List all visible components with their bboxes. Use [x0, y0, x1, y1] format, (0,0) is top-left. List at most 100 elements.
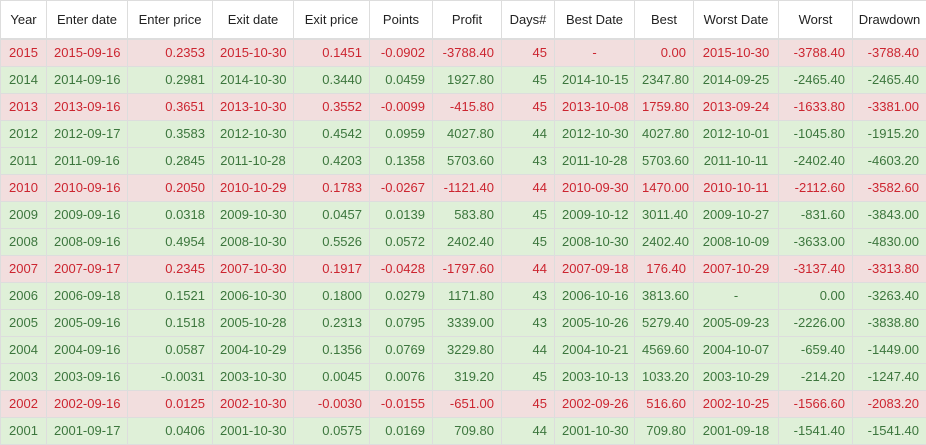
points-cell: 0.0169	[369, 416, 433, 445]
table-body: 2015 2015-09-16 0.2353 2015-10-30 0.1451 -0.0…	[0, 38, 926, 445]
worst-cell: -2112.60	[778, 173, 853, 202]
best-date-cell: 2001-10-30	[554, 416, 635, 445]
enter-date-cell: 2001-09-17	[46, 416, 128, 445]
profit-cell: 583.80	[432, 200, 502, 229]
best-cell: 2347.80	[634, 65, 694, 94]
best-date-cell: 2002-09-26	[554, 389, 635, 418]
best-cell: 1033.20	[634, 362, 694, 391]
drawdown-cell: -3582.60	[852, 173, 926, 202]
days-cell: 43	[501, 308, 555, 337]
days-cell: 45	[501, 227, 555, 256]
year-cell: 2001	[0, 416, 47, 445]
points-cell: 0.0076	[369, 362, 433, 391]
best-cell: 2402.40	[634, 227, 694, 256]
exit-price-cell: 0.5526	[293, 227, 370, 256]
worst-cell: -659.40	[778, 335, 853, 364]
best-date-cell: 2012-10-30	[554, 119, 635, 148]
enter-date-cell: 2009-09-16	[46, 200, 128, 229]
column-header-worst[interactable]: Worst	[778, 0, 853, 40]
points-cell: -0.0099	[369, 92, 433, 121]
worst-date-cell: 2013-09-24	[693, 92, 779, 121]
column-header-best[interactable]: Best	[634, 0, 694, 40]
year-cell: 2010	[0, 173, 47, 202]
table-row: 2011 2011-09-16 0.2845 2011-10-28 0.4203 0.13…	[0, 146, 926, 175]
year-cell: 2009	[0, 200, 47, 229]
best-cell: 4569.60	[634, 335, 694, 364]
exit-price-cell: 0.0457	[293, 200, 370, 229]
profit-cell: -1797.60	[432, 254, 502, 283]
drawdown-cell: -3788.40	[852, 38, 926, 67]
column-header-points[interactable]: Points	[369, 0, 433, 40]
column-header-year[interactable]: Year	[0, 0, 47, 40]
worst-cell: -1566.60	[778, 389, 853, 418]
best-date-cell: 2003-10-13	[554, 362, 635, 391]
points-cell: -0.0902	[369, 38, 433, 67]
column-header-exit-price[interactable]: Exit price	[293, 0, 370, 40]
exit-date-cell: 2005-10-28	[212, 308, 294, 337]
column-header-profit[interactable]: Profit	[432, 0, 502, 40]
enter-date-cell: 2006-09-18	[46, 281, 128, 310]
points-cell: -0.0267	[369, 173, 433, 202]
worst-cell: -3633.00	[778, 227, 853, 256]
exit-date-cell: 2001-10-30	[212, 416, 294, 445]
worst-cell: -1633.80	[778, 92, 853, 121]
exit-date-cell: 2009-10-30	[212, 200, 294, 229]
column-header-best-date[interactable]: Best Date	[554, 0, 635, 40]
enter-date-cell: 2004-09-16	[46, 335, 128, 364]
drawdown-cell: -1541.40	[852, 416, 926, 445]
column-header-enter-price[interactable]: Enter price	[127, 0, 213, 40]
year-cell: 2006	[0, 281, 47, 310]
worst-cell: -3788.40	[778, 38, 853, 67]
days-cell: 44	[501, 335, 555, 364]
points-cell: 0.0139	[369, 200, 433, 229]
exit-date-cell: 2013-10-30	[212, 92, 294, 121]
enter-price-cell: 0.0406	[127, 416, 213, 445]
days-cell: 45	[501, 200, 555, 229]
seasonal-trades-table: Year Enter date Enter price Exit date Exit p…	[0, 0, 926, 445]
exit-date-cell: 2007-10-30	[212, 254, 294, 283]
exit-date-cell: 2014-10-30	[212, 65, 294, 94]
table-row: 2012 2012-09-17 0.3583 2012-10-30 0.4542 0.09…	[0, 119, 926, 148]
exit-price-cell: 0.3440	[293, 65, 370, 94]
year-cell: 2014	[0, 65, 47, 94]
enter-price-cell: 0.1521	[127, 281, 213, 310]
exit-price-cell: 0.3552	[293, 92, 370, 121]
table-row: 2003 2003-09-16 -0.0031 2003-10-30 0.0045 0.0…	[0, 362, 926, 391]
days-cell: 44	[501, 173, 555, 202]
column-header-enter-date[interactable]: Enter date	[46, 0, 128, 40]
points-cell: 0.0459	[369, 65, 433, 94]
points-cell: 0.0572	[369, 227, 433, 256]
profit-cell: 709.80	[432, 416, 502, 445]
best-cell: 1759.80	[634, 92, 694, 121]
column-header-days[interactable]: Days#	[501, 0, 555, 40]
exit-price-cell: 0.0575	[293, 416, 370, 445]
enter-date-cell: 2003-09-16	[46, 362, 128, 391]
enter-date-cell: 2002-09-16	[46, 389, 128, 418]
drawdown-cell: -2465.40	[852, 65, 926, 94]
worst-date-cell: 2014-09-25	[693, 65, 779, 94]
drawdown-cell: -2083.20	[852, 389, 926, 418]
worst-date-cell: 2008-10-09	[693, 227, 779, 256]
table-row: 2002 2002-09-16 0.0125 2002-10-30 -0.0030 -0.…	[0, 389, 926, 418]
points-cell: 0.0959	[369, 119, 433, 148]
points-cell: 0.1358	[369, 146, 433, 175]
exit-date-cell: 2010-10-29	[212, 173, 294, 202]
year-cell: 2008	[0, 227, 47, 256]
column-header-drawdown[interactable]: Drawdown	[852, 0, 926, 40]
exit-date-cell: 2006-10-30	[212, 281, 294, 310]
column-header-worst-date[interactable]: Worst Date	[693, 0, 779, 40]
drawdown-cell: -3263.40	[852, 281, 926, 310]
column-header-exit-date[interactable]: Exit date	[212, 0, 294, 40]
worst-date-cell: 2015-10-30	[693, 38, 779, 67]
enter-date-cell: 2010-09-16	[46, 173, 128, 202]
table-row: 2004 2004-09-16 0.0587 2004-10-29 0.1356 0.07…	[0, 335, 926, 364]
best-cell: 4027.80	[634, 119, 694, 148]
enter-date-cell: 2013-09-16	[46, 92, 128, 121]
year-cell: 2012	[0, 119, 47, 148]
profit-cell: 319.20	[432, 362, 502, 391]
days-cell: 45	[501, 65, 555, 94]
enter-date-cell: 2008-09-16	[46, 227, 128, 256]
year-cell: 2015	[0, 38, 47, 67]
table-row: 2014 2014-09-16 0.2981 2014-10-30 0.3440 0.04…	[0, 65, 926, 94]
best-cell: 516.60	[634, 389, 694, 418]
